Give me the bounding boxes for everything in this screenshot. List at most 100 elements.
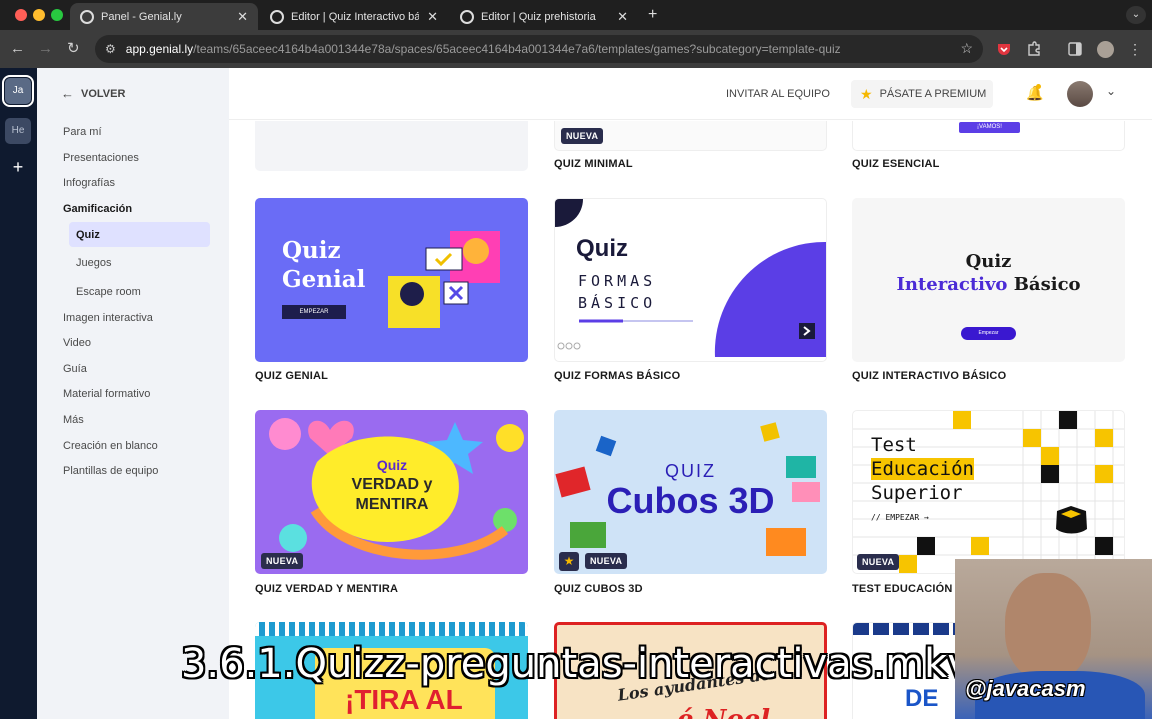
quiz-illustration-icon [388,231,500,328]
template-title-quiz-genial[interactable]: QUIZ GENIAL [255,370,328,382]
back-button[interactable]: ← VOLVER [61,86,125,101]
back-arrow-icon: ← [61,86,74,101]
url-text: app.genial.ly/teams/65aceec4164b4a001344… [125,42,841,56]
card-title: Quiz [576,235,628,262]
invite-team-button[interactable]: INVITAR AL EQUIPO [726,88,830,100]
tab-editor-quiz-interactivo[interactable]: Editor | Quiz Interactivo básic ✕ [260,3,448,30]
template-title-quiz-minimal[interactable]: QUIZ MINIMAL [554,158,633,170]
bookmark-star-icon[interactable]: ☆ [960,40,973,57]
back-arrow-icon[interactable]: ← [10,39,25,59]
card-subtitle: FORMAS BÁSICO [578,272,657,312]
template-title-quiz-verdad-y-mentira[interactable]: QUIZ VERDAD Y MENTIRA [255,583,398,595]
go-premium-button[interactable]: ★ PÁSATE A PREMIUM [851,80,993,108]
minimize-window-button[interactable] [33,9,45,21]
notification-dot [1036,84,1041,89]
sidebar-item-mas[interactable]: Más [63,414,84,426]
browser-menu-icon[interactable]: ⋮ [1128,39,1142,59]
template-card-quiz-esencial[interactable]: ¡VAMOS! [852,121,1125,151]
template-card-quiz-cubos-3d[interactable]: QUIZ Cubos 3D ★ NUEVA [554,410,827,574]
back-label: VOLVER [81,87,126,100]
genially-favicon-icon [270,9,284,24]
card-title: Quiz Interactivo Básico [896,251,1081,295]
tab-title: Panel - Genial.ly [101,10,182,23]
reload-icon[interactable]: ↻ [67,39,80,59]
premium-star-icon: ★ [860,85,873,102]
sidebar-item-plantillas-de-equipo[interactable]: Plantillas de equipo [63,465,158,477]
template-title-test-educacion-superior[interactable]: TEST EDUCACIÓN S [852,583,963,595]
template-card-quiz-formas-basico[interactable]: Quiz FORMAS BÁSICO [554,198,827,362]
sidebar-item-material-formativo[interactable]: Material formativo [63,388,150,400]
sidebar-item-quiz[interactable]: Quiz [76,229,100,241]
sidebar-item-escape-room[interactable]: Escape room [76,286,141,298]
card-top-border [255,622,528,636]
tab-editor-quiz-prehistoria[interactable]: Editor | Quiz prehistoria ✕ [450,3,638,30]
template-card-quiz-genial[interactable]: Quiz Genial EMPEZAR [255,198,528,362]
template-card-quiz-minimal[interactable]: NUEVA [554,121,827,151]
genially-favicon-icon [80,9,94,24]
new-tab-icon[interactable]: + [648,6,657,24]
add-workspace-icon[interactable]: + [5,154,31,180]
close-window-button[interactable] [15,9,27,21]
tab-search-chevron-icon[interactable]: ⌄ [1126,6,1146,24]
sidebar-item-imagen-interactiva[interactable]: Imagen interactiva [63,312,153,324]
card-title: DE [905,685,939,712]
site-info-icon[interactable]: ⚙ [105,42,116,56]
sidebar-item-creacion-en-blanco[interactable]: Creación en blanco [63,440,158,452]
card-title-line2: é Noel [677,705,770,719]
template-card-quiz-interactivo-basico[interactable]: Quiz Interactivo Básico Empezar [852,198,1125,362]
close-tab-icon[interactable]: ✕ [237,9,248,25]
vamos-button: ¡VAMOS! [959,122,1020,133]
genially-favicon-icon [460,9,474,24]
template-card-test-educacion-superior[interactable]: Test Educación Superior // EMPEZAR → NUE… [852,410,1125,574]
tab-title: Editor | Quiz Interactivo básic [291,10,420,23]
sidebar-item-infografias[interactable]: Infografías [63,177,115,189]
template-title-quiz-cubos-3d[interactable]: QUIZ CUBOS 3D [554,583,643,595]
address-bar[interactable]: ⚙ app.genial.ly/teams/65aceec4164b4a0013… [95,35,983,63]
profile-avatar[interactable] [1097,41,1114,58]
new-badge: NUEVA [857,554,900,570]
card-title: ¡TIRA AL [345,684,463,715]
extensions-puzzle-icon[interactable] [1026,41,1042,57]
empezar-button: Empezar [961,327,1016,340]
sidebar-item-presentaciones[interactable]: Presentaciones [63,152,139,164]
template-title-quiz-esencial[interactable]: QUIZ ESENCIAL [852,158,940,170]
user-avatar[interactable] [1067,81,1093,107]
sidebar-item-gamificacion[interactable]: Gamificación [63,203,132,215]
template-card-quiz-verdad-y-mentira[interactable]: Quiz VERDAD y MENTIRA NUEVA [255,410,528,574]
close-tab-icon[interactable]: ✕ [617,9,628,25]
new-badge: NUEVA [261,553,304,569]
sidebar-item-juegos[interactable]: Juegos [76,257,111,269]
workspace-rail: Ja He + [0,68,37,719]
card-title: Quiz Genial [282,237,366,293]
card-title: Quiz VERDAD y MENTIRA [351,457,433,513]
sidebar-item-video[interactable]: Video [63,337,91,349]
presenter-face [1005,573,1091,681]
premium-label: PÁSATE A PREMIUM [879,88,987,100]
close-tab-icon[interactable]: ✕ [427,9,438,25]
sidebar-item-guia[interactable]: Guía [63,363,87,375]
template-title-quiz-formas-basico[interactable]: QUIZ FORMAS BÁSICO [554,370,680,382]
workspace-ja[interactable]: Ja [2,75,34,107]
zoom-window-button[interactable] [51,9,63,21]
forward-arrow-icon[interactable]: → [38,39,53,59]
card-title: Test Educación Superior [871,434,974,504]
side-panel-icon[interactable] [1067,41,1083,57]
top-header: INVITAR AL EQUIPO ★ PÁSATE A PREMIUM 🔔 ⌄ [229,68,1152,120]
watermark: @javacasm [965,676,1086,701]
notifications-bell-icon[interactable]: 🔔 [1026,84,1043,102]
tab-strip: Panel - Genial.ly ✕ Editor | Quiz Intera… [0,0,1152,30]
chevron-down-icon[interactable]: ⌄ [1106,84,1116,98]
new-badge: NUEVA [561,128,604,144]
pocket-icon[interactable] [996,41,1012,57]
premium-star-icon: ★ [559,552,579,571]
workspace-he[interactable]: He [5,118,31,144]
template-card-blank[interactable] [255,121,528,171]
template-title-quiz-interactivo-basico[interactable]: QUIZ INTERACTIVO BÁSICO [852,370,1006,382]
new-badge: NUEVA [585,553,628,569]
tab-title: Editor | Quiz prehistoria [481,10,596,23]
card-kicker: QUIZ [665,461,716,481]
sidebar-item-para-mi[interactable]: Para mí [63,126,102,138]
empezar-button: EMPEZAR [282,305,346,319]
tab-panel-genially[interactable]: Panel - Genial.ly ✕ [70,3,258,30]
browser-toolbar: ← → ↻ ⚙ app.genial.ly/teams/65aceec4164b… [0,30,1152,68]
